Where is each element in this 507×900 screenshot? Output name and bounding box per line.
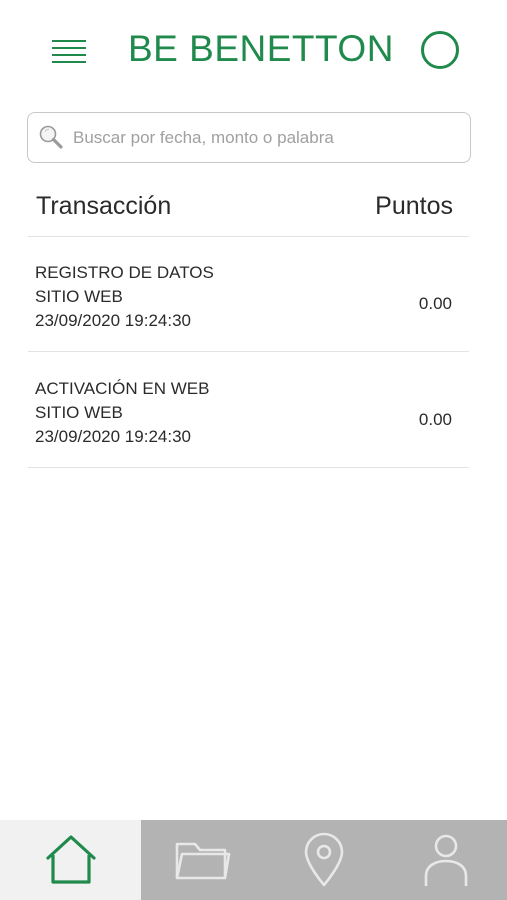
search-bar[interactable]	[27, 112, 471, 163]
transaction-channel: SITIO WEB	[35, 403, 123, 422]
row-divider	[28, 467, 469, 468]
location-pin-icon	[304, 832, 343, 887]
transaction-points: 0.00	[418, 410, 452, 429]
nav-home[interactable]	[0, 820, 141, 900]
transaction-details: REGISTRO DE DATOS SITIO WEB 23/09/2020 1…	[35, 261, 214, 333]
transaction-row[interactable]: ACTIVACIÓN EN WEB SITIO WEB 23/09/2020 1…	[28, 352, 469, 468]
transaction-title: ACTIVACIÓN EN WEB	[35, 379, 210, 398]
transaction-datetime: 23/09/2020 19:24:30	[35, 311, 191, 330]
transaction-datetime: 23/09/2020 19:24:30	[35, 427, 191, 446]
search-input[interactable]	[73, 121, 458, 155]
transaction-title: REGISTRO DE DATOS	[35, 263, 214, 282]
header: BE BENETTON	[0, 0, 507, 100]
menu-line	[52, 47, 86, 49]
user-icon	[424, 834, 467, 886]
menu-line	[52, 40, 86, 42]
column-header-points: Puntos	[375, 192, 453, 220]
nav-location[interactable]	[263, 820, 384, 900]
transaction-row[interactable]: REGISTRO DE DATOS SITIO WEB 23/09/2020 1…	[28, 236, 469, 352]
app-screen: BE BENETTON Transacción Puntos REGISTRO …	[0, 0, 507, 900]
home-icon	[45, 835, 96, 884]
circle-icon[interactable]	[421, 31, 459, 69]
bottom-nav	[0, 820, 507, 900]
column-header-transaction: Transacción	[36, 192, 172, 220]
menu-icon[interactable]	[52, 38, 88, 64]
nav-folder[interactable]	[141, 820, 263, 900]
menu-line	[52, 61, 86, 63]
nav-profile[interactable]	[384, 820, 507, 900]
folder-icon	[175, 842, 231, 880]
menu-line	[52, 54, 86, 56]
transaction-channel: SITIO WEB	[35, 287, 123, 306]
transaction-points: 0.00	[418, 294, 452, 313]
search-icon	[39, 125, 63, 149]
brand-logo: BE BENETTON	[128, 28, 394, 69]
transaction-details: ACTIVACIÓN EN WEB SITIO WEB 23/09/2020 1…	[35, 377, 209, 449]
